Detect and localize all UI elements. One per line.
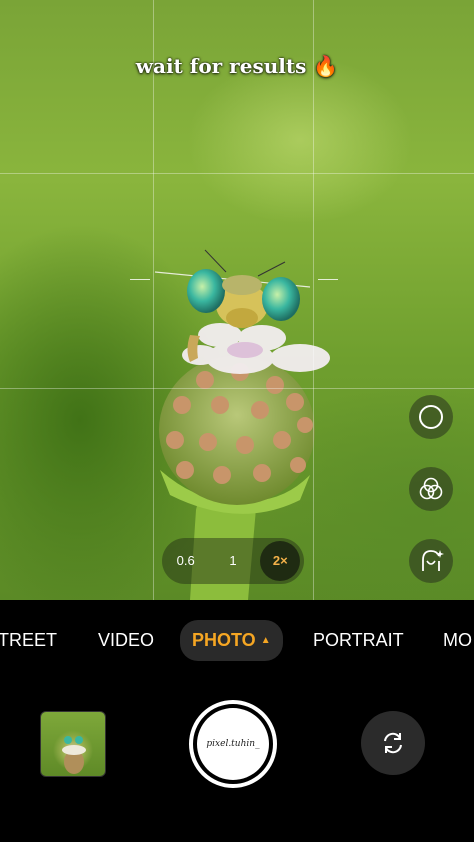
level-indicator-right xyxy=(318,279,338,280)
gallery-thumbnail[interactable] xyxy=(40,711,106,777)
portrait-retouch-icon xyxy=(422,550,444,571)
camera-mode-selector: TREET VIDEO PHOTO ▲ PORTRAIT MO xyxy=(0,620,474,662)
caret-up-icon: ▲ xyxy=(260,635,271,647)
watermark-text: pixel.tuhin_ xyxy=(206,739,260,749)
shutter-inner: pixel.tuhin_ xyxy=(197,708,269,780)
zoom-selector: 0.6 1 2× xyxy=(162,538,304,584)
camera-viewfinder[interactable]: wait for results 🔥 0.6 1 2× xyxy=(0,0,474,600)
overlay-caption: wait for results 🔥 xyxy=(135,54,339,78)
zoom-option-0-6[interactable]: 0.6 xyxy=(166,541,206,581)
circle-icon xyxy=(419,405,443,429)
portrait-retouch-button[interactable] xyxy=(409,539,453,583)
mode-photo[interactable]: PHOTO ▲ xyxy=(180,620,283,662)
filters-icon xyxy=(419,477,443,500)
filters-button[interactable] xyxy=(409,467,453,511)
grid-line-vertical xyxy=(153,0,154,600)
grid-line-vertical xyxy=(313,0,314,600)
circle-mode-button[interactable] xyxy=(409,395,453,439)
mode-portrait[interactable]: PORTRAIT xyxy=(313,620,404,660)
switch-camera-button[interactable] xyxy=(361,711,425,775)
grid-line-horizontal xyxy=(0,388,474,389)
zoom-option-1[interactable]: 1 xyxy=(213,541,253,581)
grid-line-horizontal xyxy=(0,173,474,174)
zoom-option-2x[interactable]: 2× xyxy=(260,541,301,581)
shutter-button[interactable]: pixel.tuhin_ xyxy=(189,700,277,788)
mode-more[interactable]: MO xyxy=(443,620,472,660)
mode-photo-label: PHOTO xyxy=(192,630,256,650)
mode-video[interactable]: VIDEO xyxy=(98,620,154,660)
level-indicator-left xyxy=(130,279,150,280)
mode-street[interactable]: TREET xyxy=(0,620,57,660)
damselfly-subject-image xyxy=(154,249,330,600)
gallery-thumbnail-image xyxy=(62,736,86,774)
switch-camera-icon xyxy=(384,732,402,754)
